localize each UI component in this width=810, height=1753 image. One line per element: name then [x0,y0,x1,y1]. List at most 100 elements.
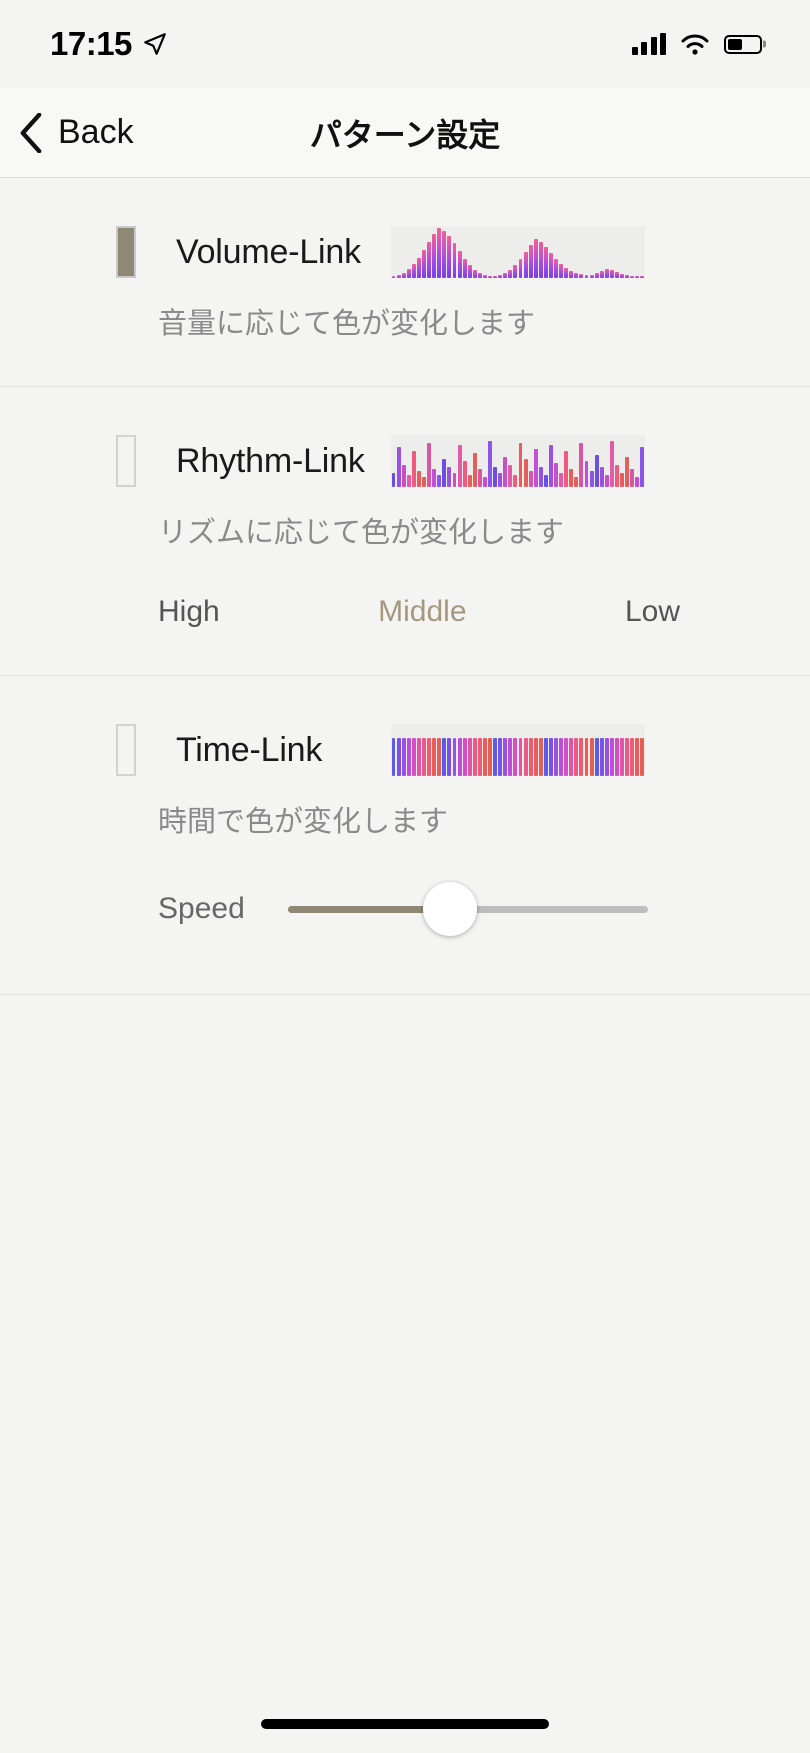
waveform-bar [635,477,639,487]
waveform-bar [473,270,477,278]
waveform-bar [630,738,634,776]
waveform-bar [544,475,548,487]
waveform-bar [463,738,467,776]
waveform-bar [625,457,629,487]
waveform-bar [569,738,573,776]
speed-slider[interactable] [288,884,648,934]
waveform-bar [402,738,406,776]
pattern-select-rhythm-link[interactable] [116,435,136,487]
waveform-bar [585,738,589,776]
speed-slider-knob[interactable] [423,882,477,936]
waveform-bar [503,273,507,278]
waveform-bar [442,738,446,776]
waveform-bar [432,469,436,487]
waveform-bar [544,247,548,278]
waveform-bar [605,738,609,776]
waveform-bar [574,738,578,776]
waveform-bar [432,738,436,776]
waveform-bar [407,475,411,487]
waveform-bar [534,738,538,776]
waveform-bar [534,239,538,278]
pattern-section-rhythm-link: Rhythm-Link リズムに応じて色が変化します High Middle L… [0,387,810,676]
waveform-bar [468,265,472,278]
waveform-bar [503,457,507,487]
waveform-bar [610,441,614,487]
waveform-bar [422,250,426,278]
pattern-section-time-link: Time-Link 時間で色が変化します Speed [0,676,810,995]
waveform-bar [493,467,497,487]
waveform-bar [483,275,487,278]
waveform-bar [422,477,426,487]
waveform-bar [458,251,462,278]
waveform-bar [432,234,436,278]
back-button[interactable]: Back [0,113,134,153]
waveform-bar [402,465,406,487]
waveform-bar [453,738,457,776]
waveform-bar [610,738,614,776]
waveform-bar [483,477,487,487]
waveform-bar [569,469,573,487]
waveform-bar [437,738,441,776]
waveform-bar [554,738,558,776]
waveform-bar [412,738,416,776]
waveform-bar [458,738,462,776]
pattern-row-time-link[interactable]: Time-Link [0,676,810,776]
waveform-bar [569,271,573,278]
waveform-bar [529,471,533,487]
waveform-bar [544,738,548,776]
waveform-bar [564,451,568,487]
waveform-bar [453,473,457,487]
waveform-bar [615,272,619,278]
waveform-bar [635,738,639,776]
sensitivity-option-middle[interactable]: Middle [378,595,466,629]
waveform-bar [585,461,589,487]
waveform-bar [590,275,594,278]
sensitivity-option-low[interactable]: Low [625,595,680,629]
waveform-bar [549,738,553,776]
waveform-bar [524,459,528,487]
waveform-bar [620,738,624,776]
waveform-bar [524,252,528,278]
waveform-bar [559,264,563,278]
waveform-bar [427,738,431,776]
waveform-bar [610,270,614,278]
waveform-bar [600,738,604,776]
waveform-bar [493,738,497,776]
waveform-bar [630,469,634,487]
waveform-bar [620,473,624,487]
waveform-bar [417,738,421,776]
waveform-bar [412,451,416,487]
pattern-select-time-link[interactable] [116,724,136,776]
waveform-bar [513,738,517,776]
waveform-bar [554,259,558,278]
waveform-bar [590,738,594,776]
pattern-row-rhythm-link[interactable]: Rhythm-Link [0,387,810,487]
waveform-bar [478,738,482,776]
waveform-bar [640,738,644,776]
back-button-label: Back [58,113,134,152]
waveform-bar [493,276,497,278]
waveform-bar [417,258,421,278]
waveform-bar [468,738,472,776]
pattern-title-volume-link: Volume-Link [176,233,391,272]
pattern-description-volume-link: 音量に応じて色が変化します [158,300,810,386]
pattern-select-volume-link[interactable] [116,226,136,278]
waveform-bar [635,276,639,278]
waveform-bar [539,467,543,487]
pattern-title-rhythm-link: Rhythm-Link [176,442,391,481]
waveform-bar [574,477,578,487]
waveform-bar [407,269,411,278]
pattern-row-volume-link[interactable]: Volume-Link [0,178,810,278]
waveform-bar [427,242,431,278]
waveform-bar [463,461,467,487]
waveform-bar [585,275,589,278]
waveform-bar [437,228,441,278]
waveform-bar [595,455,599,487]
waveform-volume-link [391,226,645,278]
home-indicator [261,1719,549,1729]
waveform-bar [559,473,563,487]
pattern-description-time-link: 時間で色が変化します [158,798,810,884]
sensitivity-option-high[interactable]: High [158,595,220,629]
waveform-bar [422,738,426,776]
waveform-bar [427,443,431,487]
